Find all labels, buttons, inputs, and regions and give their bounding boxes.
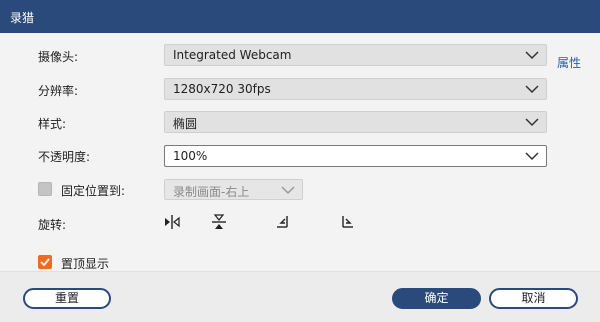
chevron-down-icon xyxy=(525,152,539,161)
camera-properties-link[interactable]: 属性 xyxy=(557,54,581,71)
chevron-down-icon xyxy=(525,85,539,94)
style-select[interactable]: 椭圆 xyxy=(164,111,547,133)
style-label: 样式: xyxy=(38,117,67,131)
fix-position-label: 固定位置到: xyxy=(61,184,126,198)
resolution-select[interactable]: 1280x720 30fps xyxy=(164,78,547,100)
camera-select[interactable]: Integrated Webcam xyxy=(164,44,547,66)
opacity-select[interactable]: 100% xyxy=(164,145,547,167)
opacity-value: 100% xyxy=(173,149,208,163)
fix-position-select[interactable]: 录制画面-右上 xyxy=(164,179,303,200)
camera-value: Integrated Webcam xyxy=(173,48,292,62)
resolution-value: 1280x720 30fps xyxy=(173,82,271,96)
window-title: 录猎 xyxy=(10,11,35,25)
resolution-label: 分辨率: xyxy=(38,84,79,98)
camera-label: 摄像头: xyxy=(38,50,79,64)
ok-button[interactable]: 确定 xyxy=(392,288,481,309)
style-value: 椭圆 xyxy=(173,117,198,131)
chevron-down-icon xyxy=(525,118,539,127)
rotate-right-icon[interactable] xyxy=(338,213,356,231)
flip-horizontal-icon[interactable] xyxy=(163,213,181,231)
rotate-label: 旋转: xyxy=(38,218,67,232)
flip-vertical-icon[interactable] xyxy=(210,213,228,231)
topmost-checkbox[interactable] xyxy=(38,255,52,269)
fix-position-value: 录制画面-右上 xyxy=(173,185,250,199)
checkmark-icon xyxy=(40,258,50,267)
rotate-left-icon[interactable] xyxy=(274,213,292,231)
title-bar: 录猎 xyxy=(0,0,600,33)
chevron-down-icon xyxy=(525,51,539,60)
cancel-button[interactable]: 取消 xyxy=(489,288,578,309)
reset-button[interactable]: 重置 xyxy=(23,288,111,309)
topmost-label: 置顶显示 xyxy=(61,257,110,271)
fix-position-checkbox[interactable] xyxy=(38,182,52,196)
chevron-down-icon xyxy=(281,186,295,195)
opacity-label: 不透明度: xyxy=(38,150,91,164)
